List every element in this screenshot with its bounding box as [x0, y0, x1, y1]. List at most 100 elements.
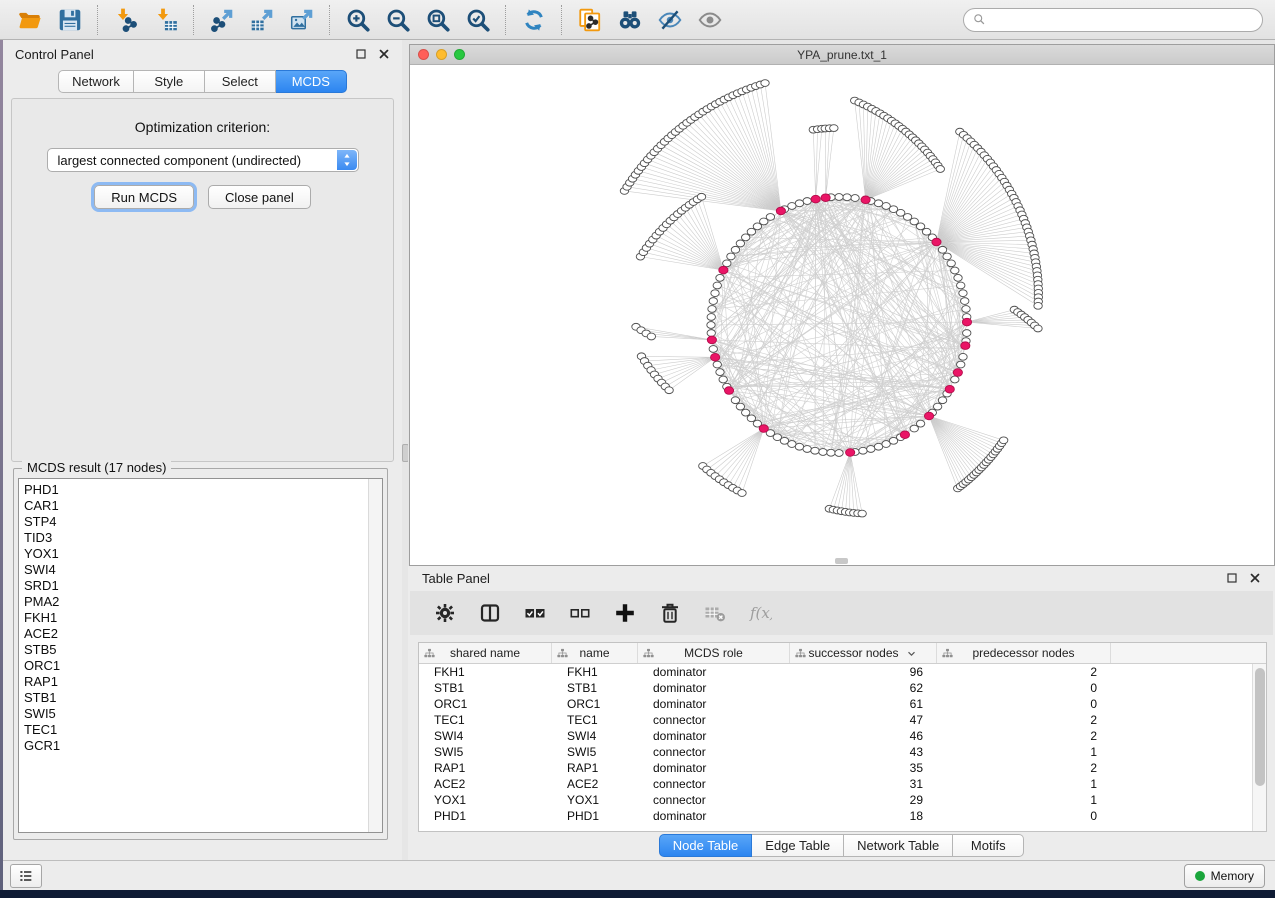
window-close-button[interactable] [418, 49, 429, 60]
toggle-graphics-details-button[interactable] [650, 3, 690, 37]
table-cell: FKH1 [419, 665, 552, 679]
table-settings-button[interactable] [430, 598, 460, 628]
table-row[interactable]: ORC1ORC1dominator610 [419, 696, 1266, 712]
table-row[interactable]: ACE2ACE2connector311 [419, 776, 1266, 792]
mcds-result-item[interactable]: YOX1 [24, 546, 382, 562]
table-vscroll-thumb[interactable] [1255, 668, 1265, 786]
table-header-row: shared namenameMCDS rolesuccessor nodesp… [419, 643, 1266, 664]
mcds-result-item[interactable]: CAR1 [24, 498, 382, 514]
toolbar-separator [193, 5, 195, 35]
close-table-panel-button[interactable] [1249, 572, 1261, 584]
mcds-result-list[interactable]: PHD1CAR1STP4TID3YOX1SWI4SRD1PMA2FKH1ACE2… [18, 478, 383, 833]
mcds-result-item[interactable]: STB1 [24, 690, 382, 706]
table-row[interactable]: PHD1PHD1dominator180 [419, 808, 1266, 824]
mcds-result-item[interactable]: TID3 [24, 530, 382, 546]
mcds-panel: Optimization criterion: largest connecte… [11, 98, 394, 462]
find-button[interactable] [610, 3, 650, 37]
tab-style[interactable]: Style [134, 70, 205, 93]
export-network-icon [209, 7, 235, 33]
table-row[interactable]: STB1STB1dominator620 [419, 680, 1266, 696]
table-cell: 1 [937, 745, 1111, 759]
mcds-result-item[interactable]: STB5 [24, 642, 382, 658]
tab-network-table[interactable]: Network Table [844, 834, 953, 857]
table-row[interactable]: FKH1FKH1dominator962 [419, 664, 1266, 680]
zoom-out-button[interactable] [378, 3, 418, 37]
tab-node-table[interactable]: Node Table [659, 834, 753, 857]
canvas-hscroll-thumb[interactable] [835, 558, 848, 564]
network-graph[interactable] [410, 65, 1274, 565]
table-cell: ACE2 [419, 777, 552, 791]
clone-network-button[interactable] [570, 3, 610, 37]
zoom-fit-button[interactable] [418, 3, 458, 37]
table-cell: 1 [937, 777, 1111, 791]
open-session-button[interactable] [10, 3, 50, 37]
mcds-result-item[interactable]: PHD1 [24, 482, 382, 498]
table-row[interactable]: SWI4SWI4dominator462 [419, 728, 1266, 744]
table-cell: 2 [937, 713, 1111, 727]
tab-network[interactable]: Network [58, 70, 134, 93]
float-panel-button[interactable] [355, 48, 367, 60]
window-zoom-button[interactable] [454, 49, 465, 60]
export-image-button[interactable] [282, 3, 322, 37]
tab-motifs[interactable]: Motifs [953, 834, 1024, 857]
show-columns-button[interactable] [475, 598, 505, 628]
mcds-result-item[interactable]: STP4 [24, 514, 382, 530]
mcds-result-item[interactable]: PMA2 [24, 594, 382, 610]
search-input[interactable] [987, 12, 1254, 28]
column-header-predecessor-nodes[interactable]: predecessor nodes [937, 643, 1111, 663]
float-table-panel-button[interactable] [1226, 572, 1238, 584]
deselect-all-button[interactable] [565, 598, 595, 628]
float-window-icon [355, 48, 367, 60]
table-body: FKH1FKH1dominator962STB1STB1dominator620… [419, 664, 1266, 824]
export-network-button[interactable] [202, 3, 242, 37]
mcds-result-item[interactable]: SWI5 [24, 706, 382, 722]
mcds-result-item[interactable]: FKH1 [24, 610, 382, 626]
search-box[interactable] [963, 8, 1263, 32]
column-header-name[interactable]: name [552, 643, 638, 663]
tab-edge-table[interactable]: Edge Table [752, 834, 844, 857]
network-canvas[interactable] [410, 65, 1274, 565]
import-network-button[interactable] [106, 3, 146, 37]
tab-mcds[interactable]: MCDS [276, 70, 347, 93]
memory-button[interactable]: Memory [1184, 864, 1265, 888]
table-row[interactable]: RAP1RAP1dominator352 [419, 760, 1266, 776]
zoom-in-button[interactable] [338, 3, 378, 37]
zoom-selected-button[interactable] [458, 3, 498, 37]
table-cell: dominator [638, 809, 790, 823]
save-session-button[interactable] [50, 3, 90, 37]
delete-entry-button[interactable] [655, 598, 685, 628]
criterion-dropdown[interactable]: largest connected component (undirected) [47, 148, 359, 172]
table-cell: TEC1 [419, 713, 552, 727]
zoom-in-icon [345, 7, 371, 33]
mcds-result-item[interactable]: GCR1 [24, 738, 382, 754]
run-mcds-button[interactable]: Run MCDS [94, 185, 194, 209]
eye-icon [697, 7, 723, 33]
list-scrollbar[interactable] [368, 479, 382, 832]
mcds-result-item[interactable]: SWI4 [24, 562, 382, 578]
import-table-button[interactable] [146, 3, 186, 37]
window-minimize-button[interactable] [436, 49, 447, 60]
table-row[interactable]: TEC1TEC1connector472 [419, 712, 1266, 728]
clone-network-icon [577, 7, 603, 33]
refresh-button[interactable] [514, 3, 554, 37]
add-entry-button[interactable] [610, 598, 640, 628]
mcds-result-item[interactable]: SRD1 [24, 578, 382, 594]
show-hide-button[interactable] [690, 3, 730, 37]
task-history-button[interactable] [10, 864, 42, 888]
close-mcds-panel-button[interactable]: Close panel [208, 185, 311, 209]
select-all-button[interactable] [520, 598, 550, 628]
column-header-successor-nodes[interactable]: successor nodes [790, 643, 937, 663]
column-header-MCDS-role[interactable]: MCDS role [638, 643, 790, 663]
mcds-result-item[interactable]: TEC1 [24, 722, 382, 738]
mcds-result-item[interactable]: ORC1 [24, 658, 382, 674]
table-cell: 29 [790, 793, 937, 807]
table-row[interactable]: SWI5SWI5connector431 [419, 744, 1266, 760]
mcds-result-item[interactable]: RAP1 [24, 674, 382, 690]
table-vscrollbar[interactable] [1252, 664, 1266, 831]
export-table-button[interactable] [242, 3, 282, 37]
column-header-shared-name[interactable]: shared name [419, 643, 552, 663]
table-row[interactable]: YOX1YOX1connector291 [419, 792, 1266, 808]
tab-select[interactable]: Select [205, 70, 276, 93]
close-control-panel-button[interactable] [378, 48, 390, 60]
mcds-result-item[interactable]: ACE2 [24, 626, 382, 642]
